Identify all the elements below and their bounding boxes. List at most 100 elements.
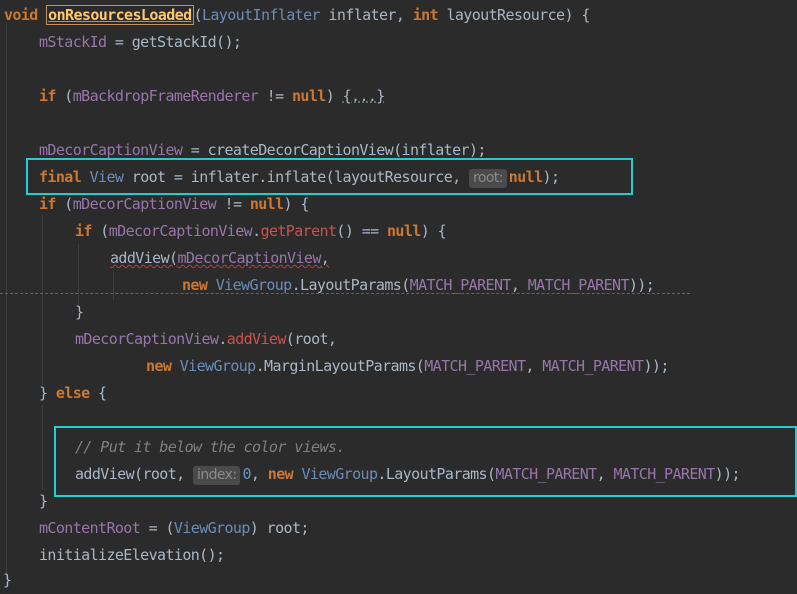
dot: . <box>252 222 261 240</box>
keyword-null: null <box>508 168 543 186</box>
brace: } <box>39 492 48 510</box>
field-mstackid: mStackId <box>39 33 107 51</box>
keyword-new: new <box>146 357 172 375</box>
parameter-hint-root: root: <box>469 169 507 188</box>
paren-open: ( <box>193 6 203 24</box>
brace-open: { <box>89 384 107 402</box>
code-line-19[interactable]: } <box>39 488 48 515</box>
statement-rest: (root, <box>285 330 337 348</box>
code-line-13[interactable]: mDecorCaptionView.addView(root, <box>75 326 337 353</box>
statement-rest: = ( <box>140 519 175 537</box>
keyword-new: new <box>267 465 294 483</box>
code-line-7[interactable]: final View root = inflater.inflate(layou… <box>39 164 560 191</box>
code-line-1[interactable]: void onResourcesLoaded (LayoutInflater in… <box>4 2 590 29</box>
code-editor[interactable]: void onResourcesLoaded (LayoutInflater in… <box>0 0 797 592</box>
param-layout-resource: layoutResource) { <box>438 6 590 24</box>
method-name: onResourcesLoaded <box>46 5 194 25</box>
code-line-21[interactable]: initializeElevation(); <box>39 542 225 569</box>
code-line-8[interactable]: if (mDecorCaptionView != null) { <box>39 191 309 218</box>
keyword-int: int <box>412 6 439 24</box>
code-line-12[interactable]: } <box>75 299 84 326</box>
indent-guide <box>42 215 43 385</box>
operator: != <box>216 195 250 213</box>
code-line-10[interactable]: addView(mDecorCaptionView, <box>110 245 330 272</box>
keyword-else: else <box>55 384 90 402</box>
statement-rest: = createDecorCaptionView(inflater); <box>182 141 487 159</box>
separator: , <box>596 465 614 483</box>
indent-guide <box>42 405 43 490</box>
paren-open: ( <box>55 87 73 105</box>
keyword-final: final <box>39 168 82 186</box>
constant-match-parent: MATCH_PARENT <box>409 276 512 294</box>
separator: , <box>250 465 268 483</box>
field-mdecorcaptionview: mDecorCaptionView <box>75 330 219 348</box>
keyword-null: null <box>387 222 421 240</box>
code-line-15[interactable]: } else { <box>39 380 107 407</box>
keyword-if: if <box>39 195 56 213</box>
code-line-2[interactable]: mStackId = getStackId(); <box>39 29 242 56</box>
statement-end: )); <box>643 357 669 375</box>
indent-guide <box>6 24 7 580</box>
method-get-parent: getParent <box>260 222 337 240</box>
comma: , <box>320 249 330 267</box>
code-line-20[interactable]: mContentRoot = (ViewGroup) root; <box>39 515 309 542</box>
field-mdecorcaptionview: mDecorCaptionView <box>72 195 217 213</box>
code-line-14[interactable]: new ViewGroup.MarginLayoutParams( MATCH_P… <box>146 353 669 380</box>
keyword-if: if <box>75 222 92 240</box>
type-layout-inflater: LayoutInflater <box>201 6 321 24</box>
constant-match-parent: MATCH_PARENT <box>495 465 597 483</box>
separator: , <box>525 357 543 375</box>
constant-match-parent: MATCH_PARENT <box>527 276 630 294</box>
operator: != <box>258 87 292 105</box>
paren-close: ) { <box>420 222 447 240</box>
constant-match-parent: MATCH_PARENT <box>613 465 715 483</box>
error-squiggle <box>0 293 690 294</box>
paren-open: ( <box>55 195 73 213</box>
type-viewgroup: ViewGroup <box>179 357 256 375</box>
method-addview: addView <box>226 330 287 348</box>
code-line-17[interactable]: // Put it below the color views. <box>75 434 345 461</box>
statement-end: )); <box>714 465 741 483</box>
statement-end: )); <box>628 276 655 294</box>
type-viewgroup: ViewGroup <box>215 276 292 294</box>
margin-layout-params: .MarginLayoutParams( <box>255 357 425 375</box>
field-mdecorcaptionview: mDecorCaptionView <box>108 222 253 240</box>
brace: } <box>39 384 56 402</box>
type-viewgroup: ViewGroup <box>173 519 250 537</box>
layout-params: .LayoutParams( <box>291 276 411 294</box>
statement-end: ); <box>542 168 560 186</box>
code-line-6[interactable]: mDecorCaptionView = createDecorCaptionVi… <box>39 137 486 164</box>
indent-guide <box>78 244 79 304</box>
statement-rest: () == <box>336 222 387 240</box>
keyword-null: null <box>249 195 284 213</box>
field-mdecorcaptionview: mDecorCaptionView <box>177 249 321 267</box>
field-mcontentroot: mContentRoot <box>39 519 141 537</box>
parameter-hint-index: index: <box>193 466 241 485</box>
call-initialize-elevation: initializeElevation(); <box>39 546 225 564</box>
number-literal: 0 <box>242 465 251 483</box>
param-inflater: inflater, <box>319 6 413 24</box>
constant-match-parent: MATCH_PARENT <box>542 357 644 375</box>
folded-code-block[interactable]: {...} <box>343 87 386 105</box>
code-line-18[interactable]: addView(root, index: 0, new ViewGroup.Lay… <box>75 461 741 488</box>
keyword-void: void <box>4 6 38 24</box>
paren-close: ) <box>325 87 343 105</box>
brace: } <box>3 571 12 589</box>
call-addview: addView(root, <box>75 465 194 483</box>
code-line-4[interactable]: if (mBackdropFrameRenderer != null) {...… <box>39 83 385 110</box>
paren-close: ) { <box>283 195 310 213</box>
code-line-22[interactable]: } <box>3 567 12 594</box>
keyword-null: null <box>291 87 326 105</box>
type-viewgroup: ViewGroup <box>301 465 378 483</box>
paren-open: ( <box>91 222 109 240</box>
indent-guide <box>113 270 114 300</box>
keyword-new: new <box>182 276 208 294</box>
keyword-if: if <box>39 87 56 105</box>
code-line-9[interactable]: if (mDecorCaptionView.getParent() == nul… <box>75 218 447 245</box>
brace: } <box>75 303 84 321</box>
type-view: View <box>89 168 124 186</box>
layout-params: .LayoutParams( <box>377 465 496 483</box>
statement-rest: = getStackId(); <box>106 33 242 51</box>
field-mdecorcaptionview: mDecorCaptionView <box>39 141 183 159</box>
code-line-11[interactable]: new ViewGroup.LayoutParams(MATCH_PARENT,… <box>182 272 655 299</box>
